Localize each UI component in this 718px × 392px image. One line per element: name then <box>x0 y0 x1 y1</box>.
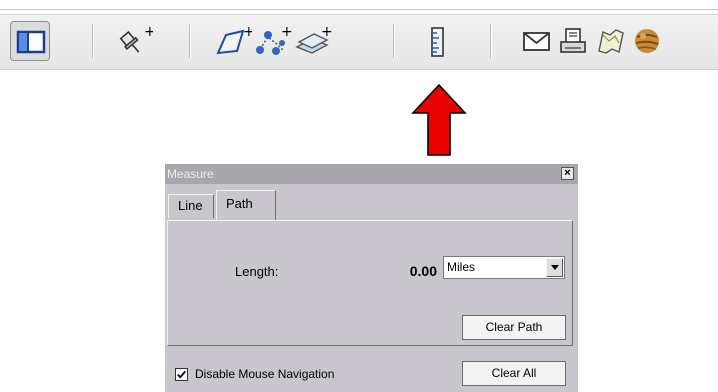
add-polygon-button[interactable]: + <box>212 21 252 61</box>
email-button[interactable] <box>517 21 557 61</box>
clear-all-button[interactable]: Clear All <box>462 361 566 386</box>
planet-button[interactable] <box>628 21 668 61</box>
clear-path-button[interactable]: Clear Path <box>462 315 566 340</box>
print-button[interactable] <box>553 21 593 61</box>
add-path-icon: + <box>256 24 292 55</box>
map-icon <box>598 29 624 54</box>
add-placemark-icon: + <box>119 24 153 53</box>
tab-path[interactable]: Path <box>216 190 276 220</box>
chevron-down-icon[interactable] <box>546 258 563 277</box>
close-button[interactable]: × <box>561 167 574 180</box>
ruler-icon <box>431 27 444 57</box>
unit-select[interactable]: Miles <box>443 256 565 279</box>
measure-dialog: Measure × Line Path Length: 0.00 Miles C… <box>165 164 578 392</box>
dialog-title: Measure <box>167 167 214 181</box>
length-label: Length: <box>235 264 279 279</box>
toolbar-separator <box>393 24 394 58</box>
checkmark-icon <box>177 370 186 379</box>
map-button[interactable] <box>591 21 631 61</box>
planet-icon <box>635 29 659 53</box>
toolbar-separator <box>189 24 190 58</box>
sidebar-toggle-icon <box>16 30 46 54</box>
print-icon <box>560 28 586 53</box>
toolbar-separator <box>92 24 93 58</box>
add-path-button[interactable]: + <box>252 21 292 61</box>
add-image-overlay-icon: + <box>295 24 332 54</box>
tab-line[interactable]: Line <box>168 194 214 218</box>
length-value: 0.00 <box>409 263 437 279</box>
email-icon <box>523 32 550 51</box>
measure-tabs: Line Path <box>165 186 578 220</box>
toolbar-separator <box>490 24 491 58</box>
toolbar: + + + + <box>0 0 718 70</box>
red-arrow-icon <box>411 83 467 156</box>
add-placemark-button[interactable]: + <box>113 21 153 61</box>
unit-selected-value: Miles <box>447 260 476 274</box>
svg-text:+: + <box>243 24 252 40</box>
toolbar-top-divider <box>0 9 718 10</box>
disable-mouse-navigation-checkbox[interactable] <box>175 368 188 381</box>
ruler-button[interactable] <box>418 21 458 61</box>
disable-mouse-navigation-label: Disable Mouse Navigation <box>195 367 335 381</box>
svg-text:+: + <box>281 24 292 40</box>
svg-text:+: + <box>144 24 153 40</box>
svg-text:+: + <box>321 24 332 40</box>
sidebar-toggle-button[interactable] <box>10 21 50 61</box>
dialog-titlebar[interactable]: Measure × <box>165 164 578 184</box>
add-polygon-icon: + <box>216 24 252 55</box>
add-image-overlay-button[interactable]: + <box>292 21 332 61</box>
